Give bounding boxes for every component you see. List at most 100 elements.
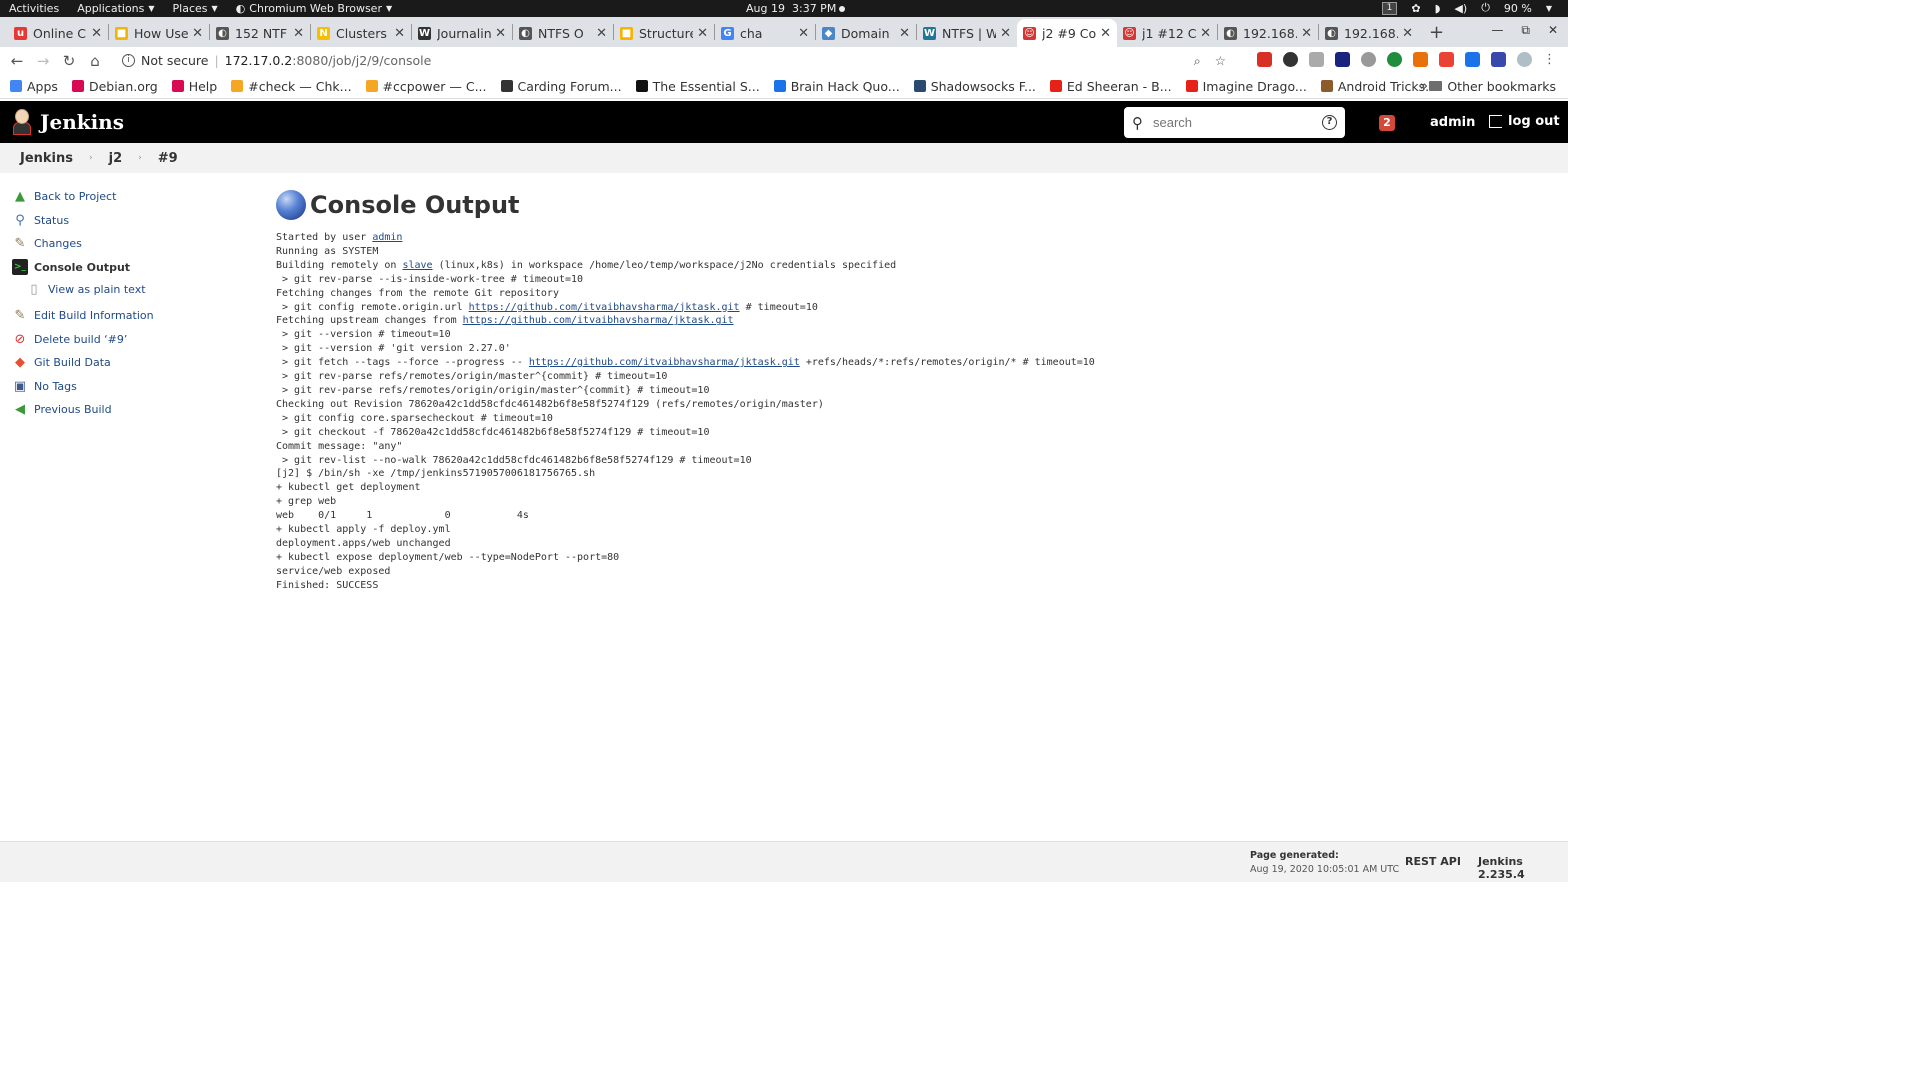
tab-close-icon[interactable]: ✕ <box>697 26 708 41</box>
info-icon[interactable]: i <box>122 54 135 67</box>
search-input[interactable] <box>1153 115 1303 130</box>
browser-tab[interactable]: u Online C ✕ <box>8 19 108 47</box>
bookmark-item[interactable]: Carding Forum... <box>500 79 622 94</box>
browser-tab[interactable]: Gcha ✕ <box>715 19 815 47</box>
browser-tab[interactable]: ■ Structure ✕ <box>614 19 714 47</box>
browser-tab[interactable]: W Journalin ✕ <box>412 19 512 47</box>
task-git-build-data[interactable]: ◆ Git Build Data <box>12 351 252 375</box>
task-edit-build-info[interactable]: ✎ Edit Build Information <box>12 304 252 328</box>
close-window-icon[interactable]: ✕ <box>1548 23 1558 38</box>
places-menu[interactable]: Places ▼ <box>164 2 227 15</box>
task-delete-build[interactable]: ⊘ Delete build ‘#9’ <box>12 328 252 352</box>
tab-close-icon[interactable]: ✕ <box>293 26 304 41</box>
tab-close-icon[interactable]: ✕ <box>1301 26 1312 41</box>
repo-url-link[interactable]: https://github.com/itvaibhavsharma/jktas… <box>463 315 734 326</box>
browser-tab[interactable]: ◐ 192.168. ✕ <box>1218 19 1318 47</box>
browser-tab[interactable]: ◐ NTFS O ✕ <box>513 19 613 47</box>
extension-icon-8[interactable] <box>1439 52 1454 67</box>
rest-api-link[interactable]: REST API <box>1405 855 1461 868</box>
tab-close-icon[interactable]: ✕ <box>394 26 405 41</box>
clock[interactable]: Aug 19 3:37 PM <box>746 2 846 15</box>
tab-favicon-icon: G <box>721 26 734 40</box>
node-link[interactable]: slave <box>402 260 432 271</box>
menu-kebab-icon[interactable]: ⋮ <box>1543 52 1556 67</box>
started-by-user-link[interactable]: admin <box>372 232 402 243</box>
extension-icon-1[interactable] <box>1257 52 1272 67</box>
minimize-icon[interactable]: — <box>1491 23 1503 38</box>
task-view-plain-text[interactable]: ▯ View as plain text <box>12 279 252 300</box>
bookmark-item[interactable]: Imagine Drago... <box>1185 79 1307 94</box>
bookmark-item[interactable]: Help <box>171 79 217 94</box>
new-tab-icon[interactable]: + <box>1419 22 1454 43</box>
browser-tab[interactable]: ◐ 192.168. ✕ <box>1319 19 1419 47</box>
bookmark-item[interactable]: Shadowsocks F... <box>913 79 1036 94</box>
task-console-output[interactable]: >_ Console Output <box>12 256 252 280</box>
repo-url-link[interactable]: https://github.com/itvaibhavsharma/jktas… <box>529 357 800 368</box>
jenkins-version-link[interactable]: Jenkins 2.235.4 <box>1478 855 1568 881</box>
tab-close-icon[interactable]: ✕ <box>1200 26 1211 41</box>
bookmark-item[interactable]: Brain Hack Quo... <box>773 79 900 94</box>
browser-tab[interactable]: ☺ j2 #9 Co ✕ <box>1017 19 1117 47</box>
other-bookmarks[interactable]: Other bookmarks <box>1429 79 1556 94</box>
browser-tab[interactable]: ◆ Domain ✕ <box>816 19 916 47</box>
restore-icon[interactable]: ⧉ <box>1521 23 1530 38</box>
forward-arrow-icon[interactable]: → <box>30 52 56 70</box>
tab-close-icon[interactable]: ✕ <box>899 26 910 41</box>
user-link[interactable]: admin <box>1430 115 1475 130</box>
extension-icon-5[interactable] <box>1361 52 1376 67</box>
applications-menu[interactable]: Applications ▼ <box>68 2 163 15</box>
notification-badge[interactable]: 2 <box>1379 115 1395 131</box>
system-tray[interactable]: 1 ✿ ◗ ◀) ⏻ 90 % ▼ <box>1381 1 1552 15</box>
home-icon[interactable]: ⌂ <box>82 52 108 70</box>
bookmarks-overflow-icon[interactable]: » <box>1420 79 1428 94</box>
logout-link[interactable]: log out <box>1489 114 1560 129</box>
breadcrumb-build[interactable]: #9 <box>158 151 178 166</box>
browser-tab[interactable]: ◐ 152 NTF ✕ <box>210 19 310 47</box>
browser-tab[interactable]: ■ How Use ✕ <box>109 19 209 47</box>
tab-close-icon[interactable]: ✕ <box>91 26 102 41</box>
tab-close-icon[interactable]: ✕ <box>798 26 809 41</box>
browser-tab[interactable]: W NTFS | W ✕ <box>917 19 1017 47</box>
extension-icon-2[interactable] <box>1283 52 1298 67</box>
bookmark-item[interactable]: #check — Chk... <box>231 79 352 94</box>
tab-close-icon[interactable]: ✕ <box>192 26 203 41</box>
back-arrow-icon[interactable]: ← <box>4 52 30 70</box>
task-changes[interactable]: ✎ Changes <box>12 232 252 256</box>
address-bar[interactable]: i Not secure | 172.17.0.2:8080/job/j2/9/… <box>116 49 1236 72</box>
task-back-to-project[interactable]: ▲ Back to Project <box>12 185 252 209</box>
bookmark-item[interactable]: Debian.org <box>71 79 158 94</box>
tab-close-icon[interactable]: ✕ <box>495 26 506 41</box>
zoom-icon[interactable]: ⌕ <box>1194 53 1201 69</box>
browser-tab[interactable]: ☺ j1 #12 Co✕ <box>1117 19 1217 47</box>
breadcrumb-job[interactable]: j2 <box>109 151 123 166</box>
app-menu[interactable]: ◐ Chromium Web Browser ▼ <box>227 2 401 15</box>
bookmark-item[interactable]: Apps <box>10 79 58 94</box>
task-previous-build[interactable]: ◀ Previous Build <box>12 398 252 422</box>
bookmark-item[interactable]: #ccpower — C... <box>365 79 487 94</box>
extension-icon-4[interactable] <box>1335 52 1350 67</box>
bookmark-star-icon[interactable]: ☆ <box>1215 53 1226 69</box>
metamask-icon[interactable] <box>1413 52 1428 67</box>
help-icon[interactable]: ? <box>1322 115 1337 130</box>
extension-icon-3[interactable] <box>1309 52 1324 67</box>
browser-tab[interactable]: N Clusters ✕ <box>311 19 411 47</box>
workspace-indicator[interactable]: 1 <box>1381 1 1398 15</box>
tab-close-icon[interactable]: ✕ <box>596 26 607 41</box>
repo-url-link[interactable]: https://github.com/itvaibhavsharma/jktas… <box>469 302 740 313</box>
jenkins-logo[interactable]: Jenkins <box>12 109 124 135</box>
profile-avatar[interactable] <box>1517 52 1532 67</box>
tab-close-icon[interactable]: ✕ <box>1402 26 1413 41</box>
reload-icon[interactable]: ↻ <box>56 52 82 70</box>
extension-icon-6[interactable] <box>1387 52 1402 67</box>
task-no-tags[interactable]: ▣ No Tags <box>12 375 252 399</box>
tab-close-icon[interactable]: ✕ <box>1000 26 1011 41</box>
task-status[interactable]: ⚲ Status <box>12 209 252 233</box>
bookmark-item[interactable]: Ed Sheeran - B... <box>1049 79 1172 94</box>
bookmark-item[interactable]: The Essential S... <box>635 79 760 94</box>
breadcrumb-jenkins[interactable]: Jenkins <box>20 151 73 166</box>
console-text: Building remotely on <box>276 259 403 271</box>
extension-icon-9[interactable] <box>1465 52 1480 67</box>
tab-close-icon[interactable]: ✕ <box>1100 26 1111 41</box>
extension-icon-10[interactable] <box>1491 52 1506 67</box>
activities-button[interactable]: Activities <box>0 2 68 15</box>
